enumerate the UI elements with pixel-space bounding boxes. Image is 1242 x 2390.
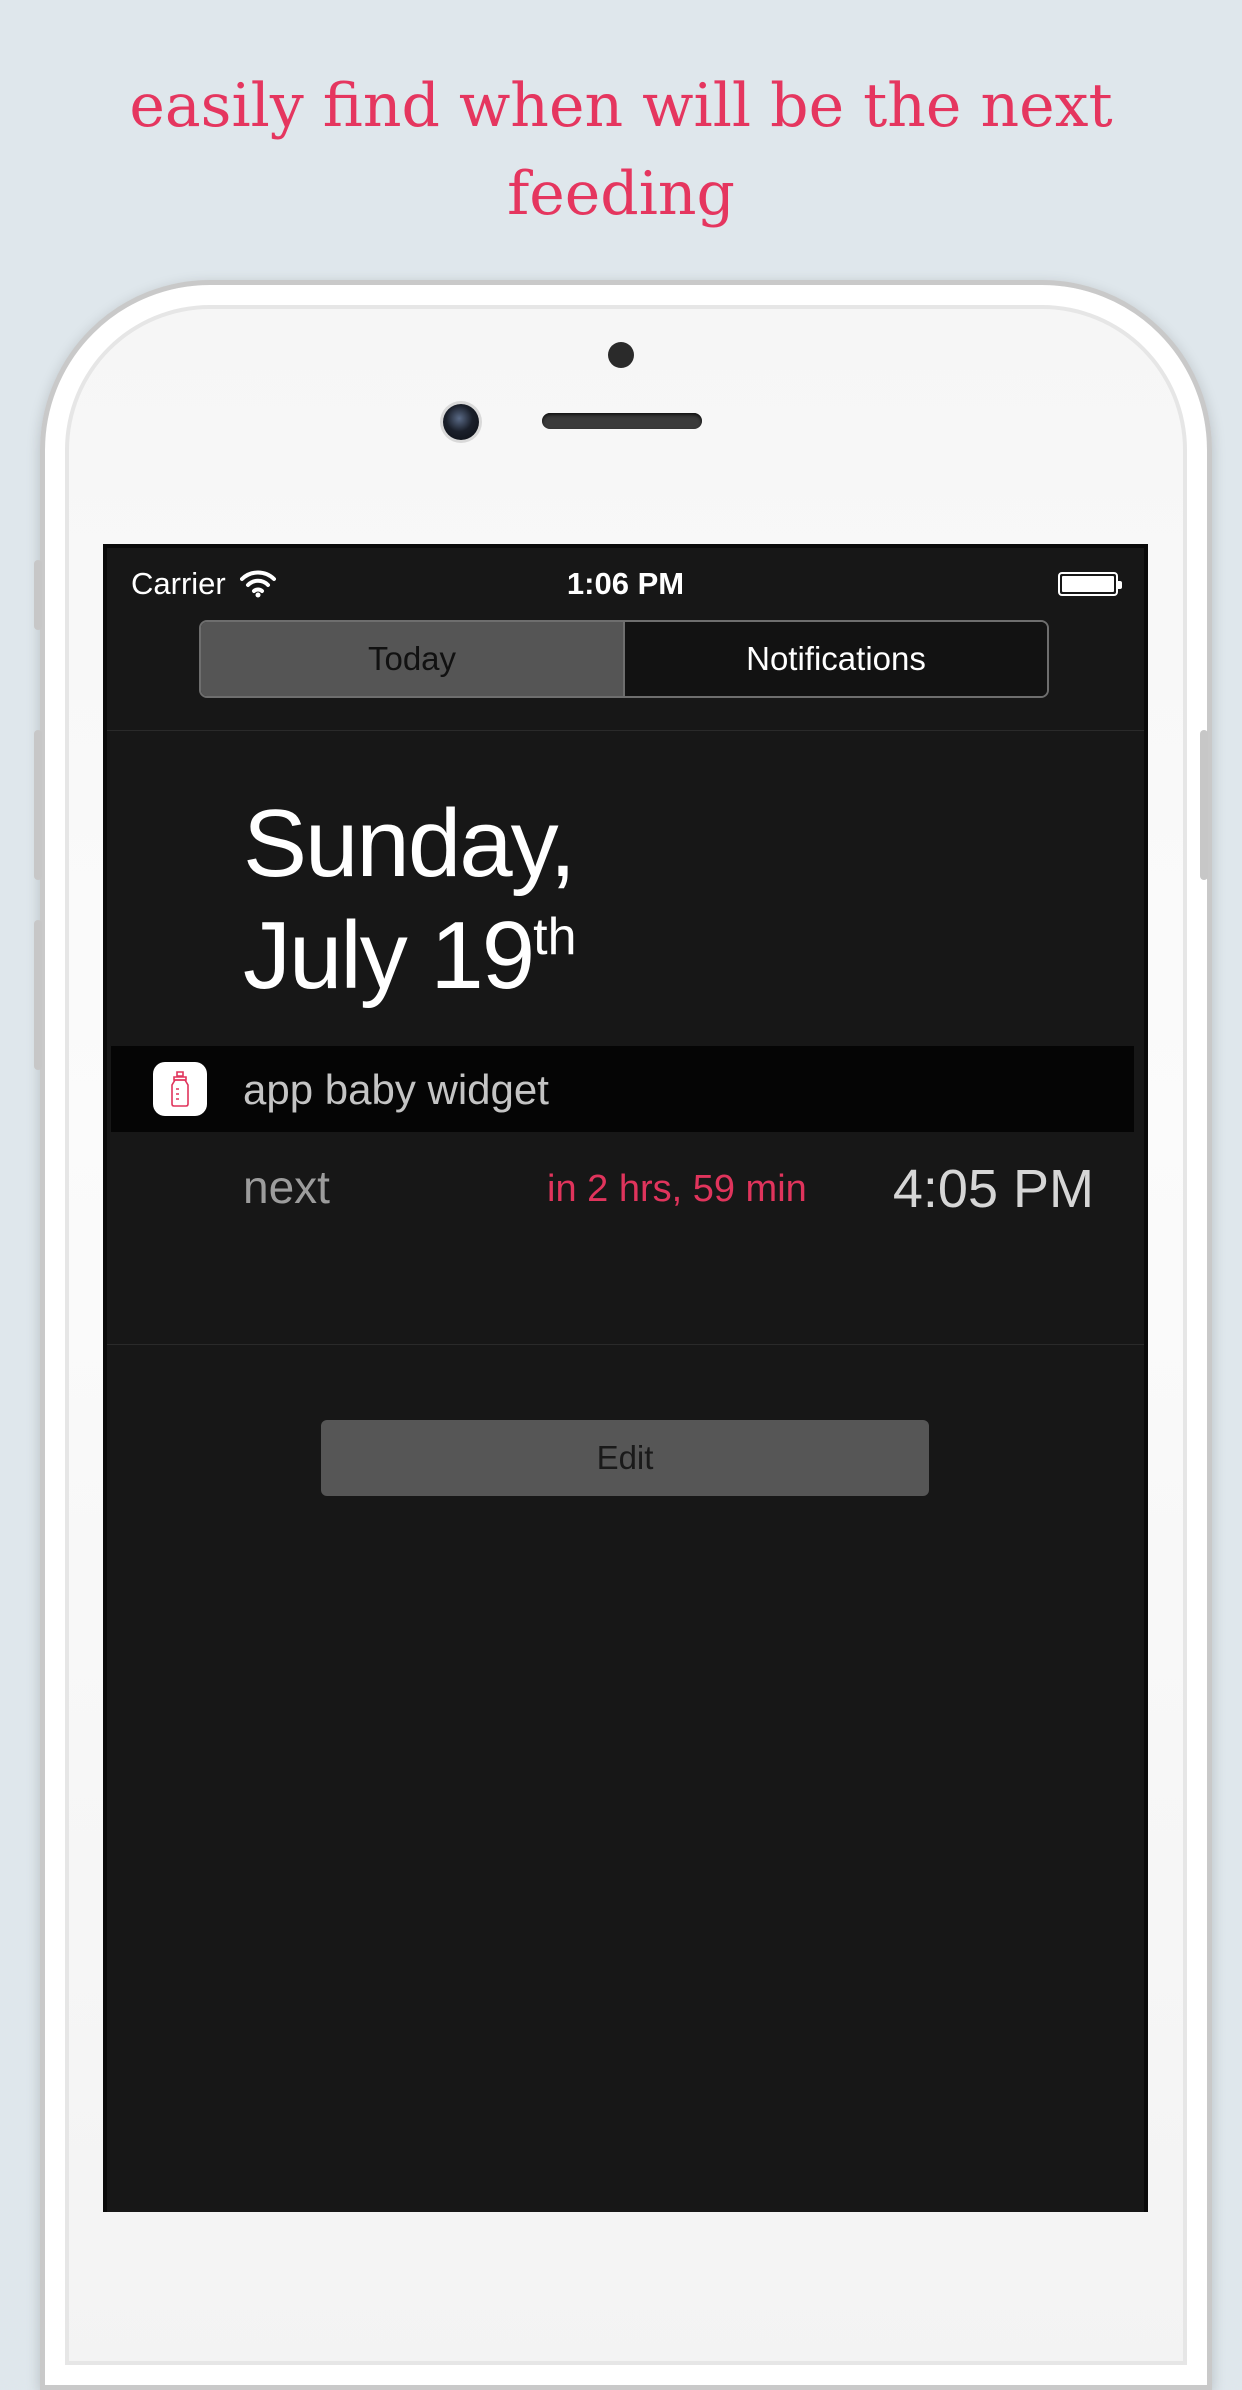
date-month-day-line: July 19th [243,900,577,1012]
baby-bottle-icon [171,1071,189,1107]
status-bar: Carrier 1:06 PM [107,548,1144,620]
date-weekday: Sunday, [243,790,576,897]
phone-screen: Carrier 1:06 PM Today Notifications Sund… [103,544,1148,2212]
divider [107,1344,1144,1345]
power-button [1200,730,1208,880]
widget-header[interactable]: app baby widget [111,1046,1134,1132]
widget-name: app baby widget [243,1066,549,1113]
battery-icon [1058,572,1122,596]
front-camera [443,404,479,440]
status-time: 1:06 PM [566,566,685,601]
next-feeding-label: next [243,1161,330,1213]
volume-down-button [34,920,42,1070]
tab-today[interactable]: Today [201,622,623,696]
next-feeding-time: 4:05 PM [892,1159,1094,1219]
volume-up-button [34,730,42,880]
next-feeding-countdown: in 2 hrs, 59 min [547,1168,807,1210]
headline: easily find when will be the next feedin… [129,71,1113,229]
date-ordinal-suffix: th [533,908,577,966]
app-icon [153,1062,207,1116]
divider [107,730,1144,731]
proximity-sensor [608,342,634,368]
view-segmented-control: Today Notifications [199,620,1049,698]
date-month-day: July 19 [243,902,535,1009]
mute-switch [34,560,42,630]
edit-button[interactable]: Edit [321,1420,929,1496]
tab-notifications[interactable]: Notifications [623,622,1047,696]
date-heading: Sunday, July 19th [243,788,577,1012]
earpiece-speaker [542,413,702,429]
